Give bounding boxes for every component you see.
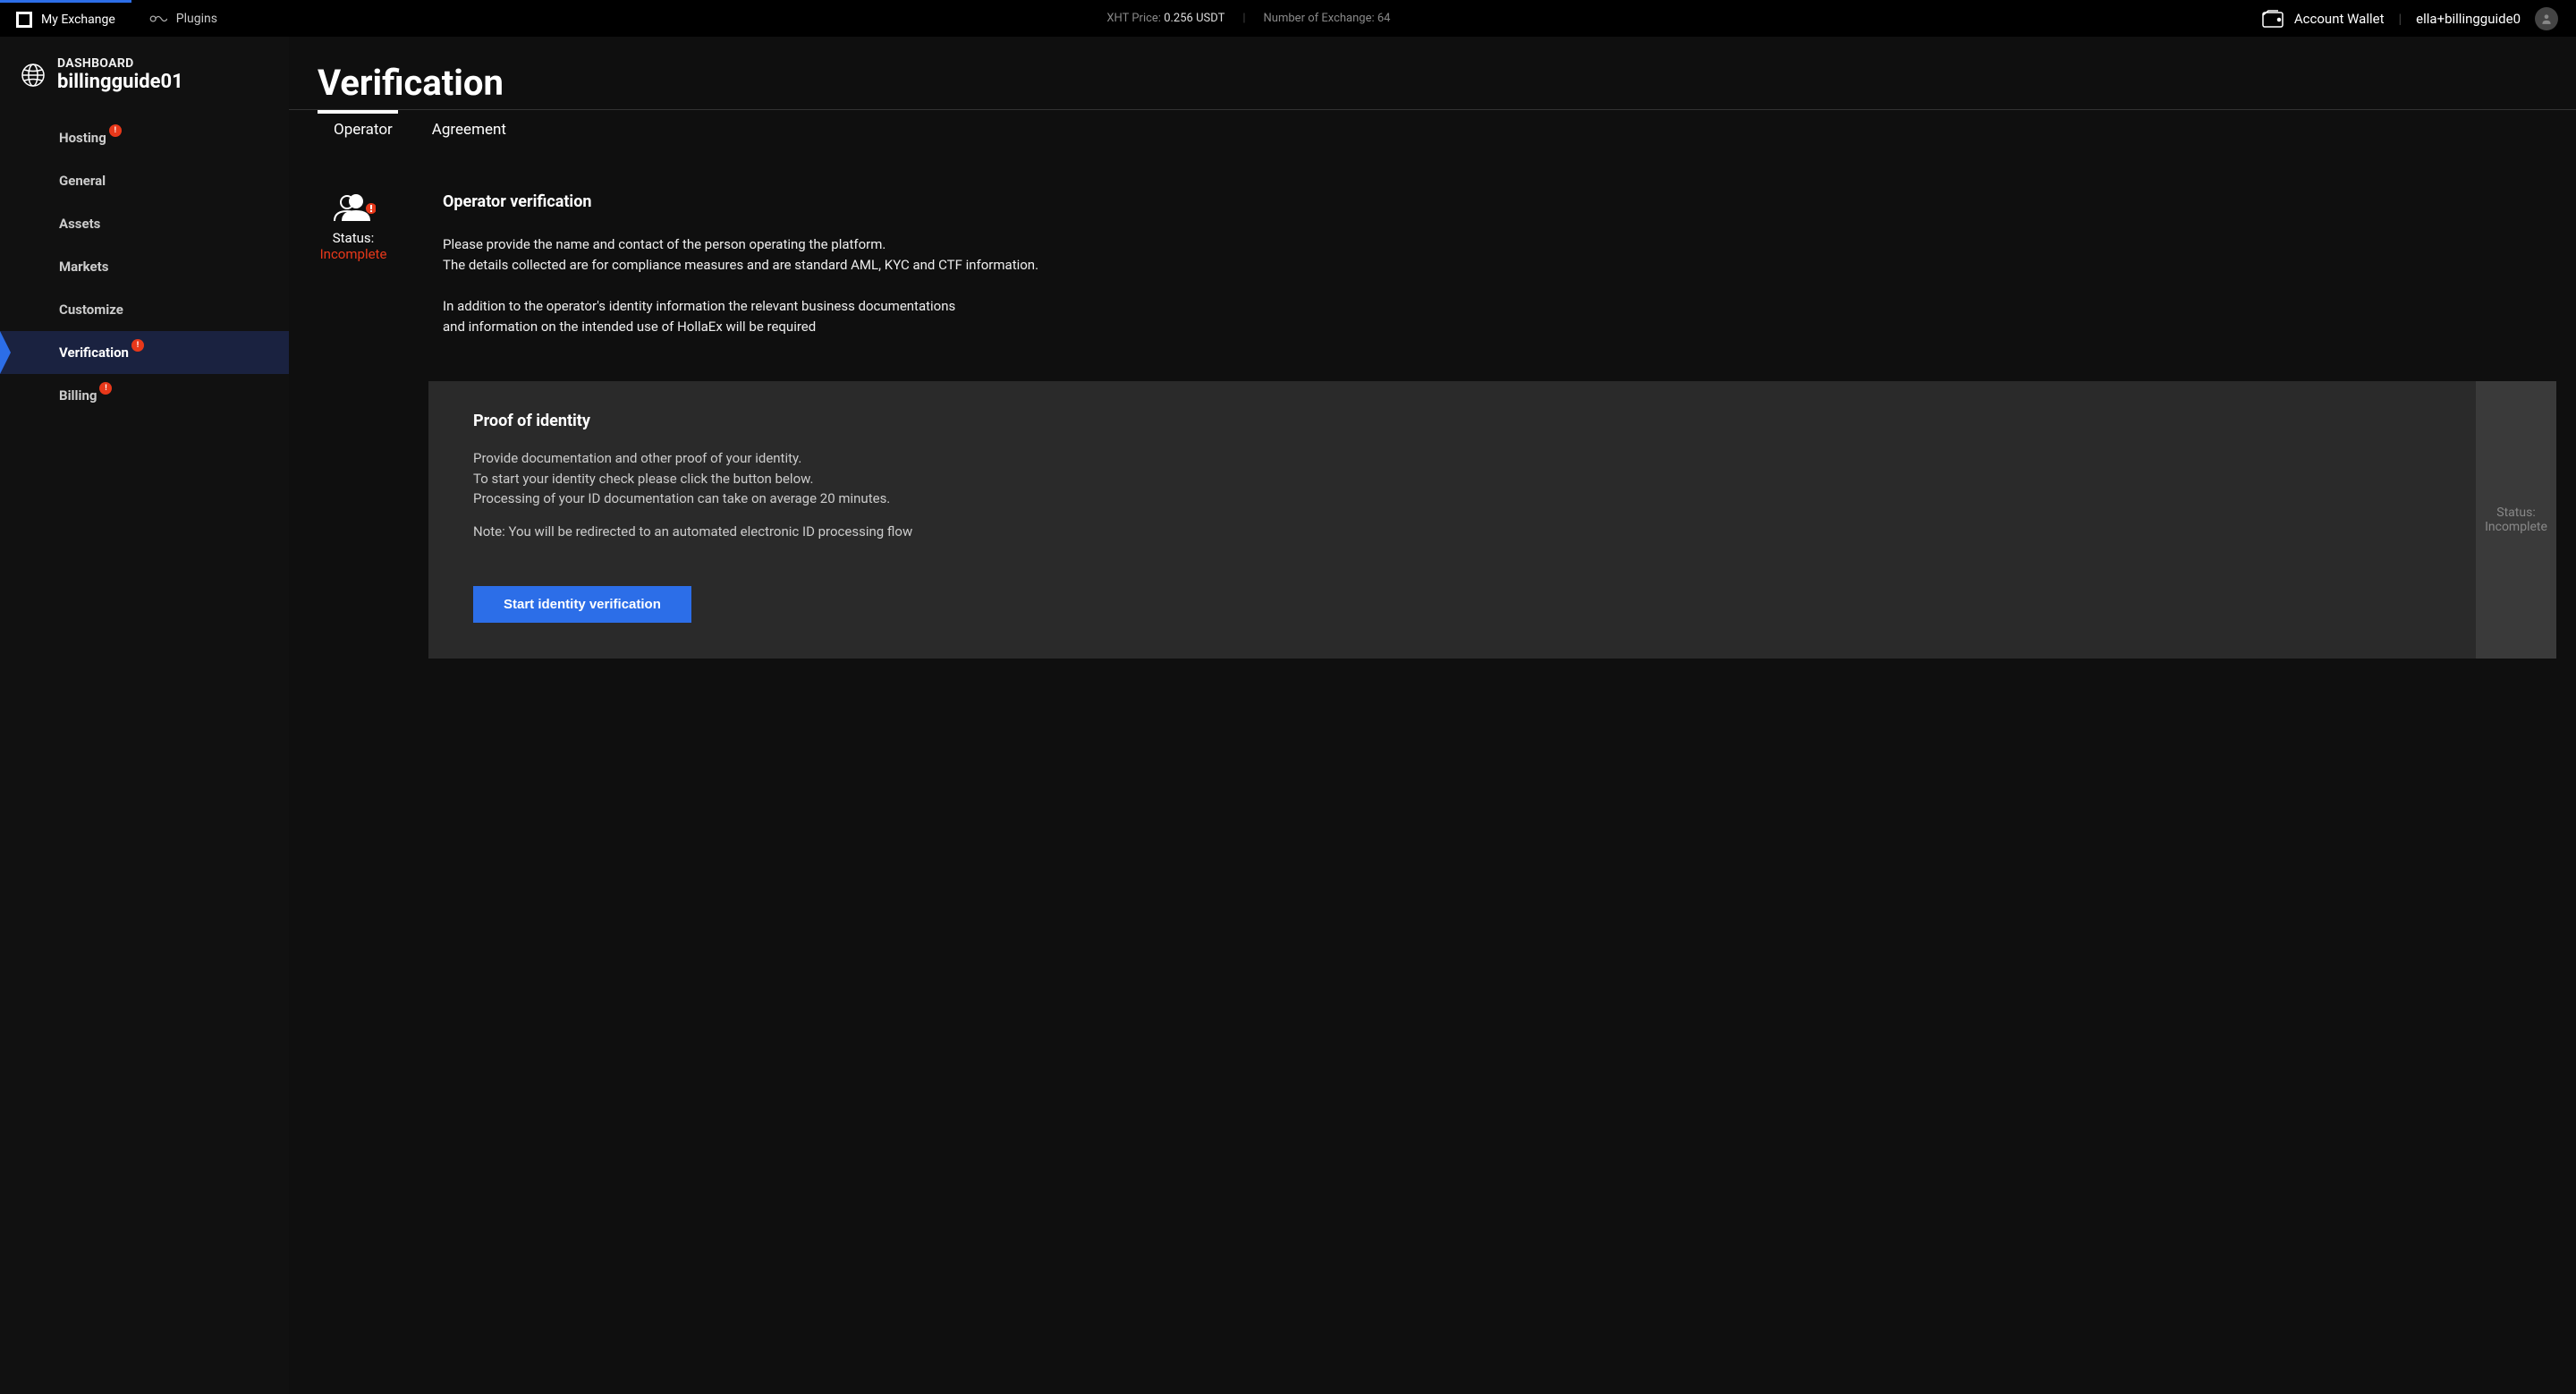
- topbar-right: Account Wallet | ella+billingguide0: [2262, 7, 2576, 30]
- text-line: The details collected are for compliance…: [443, 257, 1038, 273]
- text-line: Processing of your ID documentation can …: [473, 490, 890, 506]
- logo-icon: [16, 12, 32, 28]
- status-column: Status: Incomplete: [318, 192, 389, 336]
- proof-paragraph: Provide documentation and other proof of…: [473, 448, 2431, 509]
- user-icon: [2540, 13, 2553, 25]
- sidebar-item-billing[interactable]: Billing!: [0, 374, 289, 417]
- price-info: XHT Price: 0.256 USDT: [1106, 12, 1224, 25]
- sidebar-item-markets[interactable]: Markets: [0, 245, 289, 288]
- price-value: 0.256 USDT: [1164, 12, 1224, 25]
- proof-card: Proof of identity Provide documentation …: [428, 381, 2556, 659]
- proof-card-status: Status: Incomplete: [2476, 381, 2556, 659]
- wallet-label: Account Wallet: [2294, 11, 2385, 27]
- app-name: My Exchange: [41, 13, 115, 27]
- tab-agreement[interactable]: Agreement: [416, 114, 530, 148]
- alert-badge: !: [99, 382, 112, 395]
- tab-label: Operator: [334, 121, 393, 139]
- avatar[interactable]: [2535, 7, 2558, 30]
- topbar-left: My Exchange Plugins: [0, 0, 235, 37]
- text-line: In addition to the operator's identity i…: [443, 298, 955, 314]
- tab-operator[interactable]: Operator: [318, 114, 416, 148]
- side-status-label: Status:: [2496, 506, 2535, 520]
- globe-icon: [20, 62, 47, 89]
- divider: |: [1242, 12, 1245, 25]
- sidebar: DASHBOARD billingguide01 Hosting! Genera…: [0, 37, 289, 1394]
- sidebar-item-label: Assets: [59, 216, 100, 232]
- proof-note: Note: You will be redirected to an autom…: [473, 522, 2431, 542]
- price-label: XHT Price:: [1106, 12, 1164, 25]
- sidebar-item-label: Verification: [59, 344, 129, 361]
- wallet-icon: [2262, 10, 2285, 28]
- proof-heading: Proof of identity: [473, 412, 2431, 430]
- operator-paragraph: In addition to the operator's identity i…: [443, 296, 2576, 336]
- sidebar-item-general[interactable]: General: [0, 159, 289, 202]
- username[interactable]: ella+billingguide0: [2416, 11, 2521, 27]
- operator-section: Status: Incomplete Operator verification…: [289, 148, 2576, 363]
- sidebar-item-hosting[interactable]: Hosting!: [0, 116, 289, 159]
- plugin-icon: [149, 13, 167, 25]
- side-status-value: Incomplete: [2485, 520, 2547, 534]
- main-content: Verification Operator Agreement: [289, 37, 2576, 1394]
- status-value: Incomplete: [320, 246, 387, 262]
- sidebar-item-label: Billing: [59, 387, 97, 404]
- operator-icon: [331, 192, 376, 225]
- exchange-count: Number of Exchange: 64: [1264, 12, 1391, 25]
- text-line: Provide documentation and other proof of…: [473, 450, 801, 466]
- alert-badge: !: [131, 339, 144, 352]
- divider: |: [2399, 11, 2402, 27]
- dashboard-label: DASHBOARD: [57, 56, 183, 71]
- status-label: Status:: [333, 230, 375, 246]
- my-exchange-tab[interactable]: My Exchange: [0, 0, 131, 37]
- operator-heading: Operator verification: [443, 192, 2576, 211]
- start-verification-button[interactable]: Start identity verification: [473, 586, 691, 623]
- tabs: Operator Agreement: [289, 114, 2576, 148]
- operator-paragraph: Please provide the name and contact of t…: [443, 234, 2576, 275]
- sidebar-item-customize[interactable]: Customize: [0, 288, 289, 331]
- account-wallet-link[interactable]: Account Wallet: [2262, 10, 2385, 28]
- dashboard-name: billingguide01: [57, 71, 183, 93]
- sidebar-item-label: General: [59, 173, 106, 189]
- operator-text: Operator verification Please provide the…: [443, 192, 2576, 336]
- text-line: and information on the intended use of H…: [443, 319, 816, 335]
- text-line: To start your identity check please clic…: [473, 471, 813, 487]
- nav-list: Hosting! General Assets Markets Customiz…: [0, 116, 289, 417]
- page-title: Verification: [289, 62, 2576, 109]
- topbar-center: XHT Price: 0.256 USDT | Number of Exchan…: [235, 12, 2262, 25]
- plugins-label: Plugins: [176, 12, 217, 26]
- sidebar-item-label: Markets: [59, 259, 108, 275]
- sidebar-item-assets[interactable]: Assets: [0, 202, 289, 245]
- sidebar-item-label: Customize: [59, 302, 123, 318]
- alert-badge: !: [109, 124, 122, 137]
- top-bar: My Exchange Plugins XHT Price: 0.256 USD…: [0, 0, 2576, 37]
- text-line: Please provide the name and contact of t…: [443, 236, 886, 252]
- tab-label: Agreement: [432, 121, 506, 139]
- plugins-link[interactable]: Plugins: [131, 12, 235, 26]
- dashboard-header: DASHBOARD billingguide01: [0, 56, 289, 116]
- proof-card-main: Proof of identity Provide documentation …: [428, 381, 2476, 659]
- sidebar-item-label: Hosting: [59, 130, 106, 146]
- sidebar-item-verification[interactable]: Verification!: [0, 331, 289, 374]
